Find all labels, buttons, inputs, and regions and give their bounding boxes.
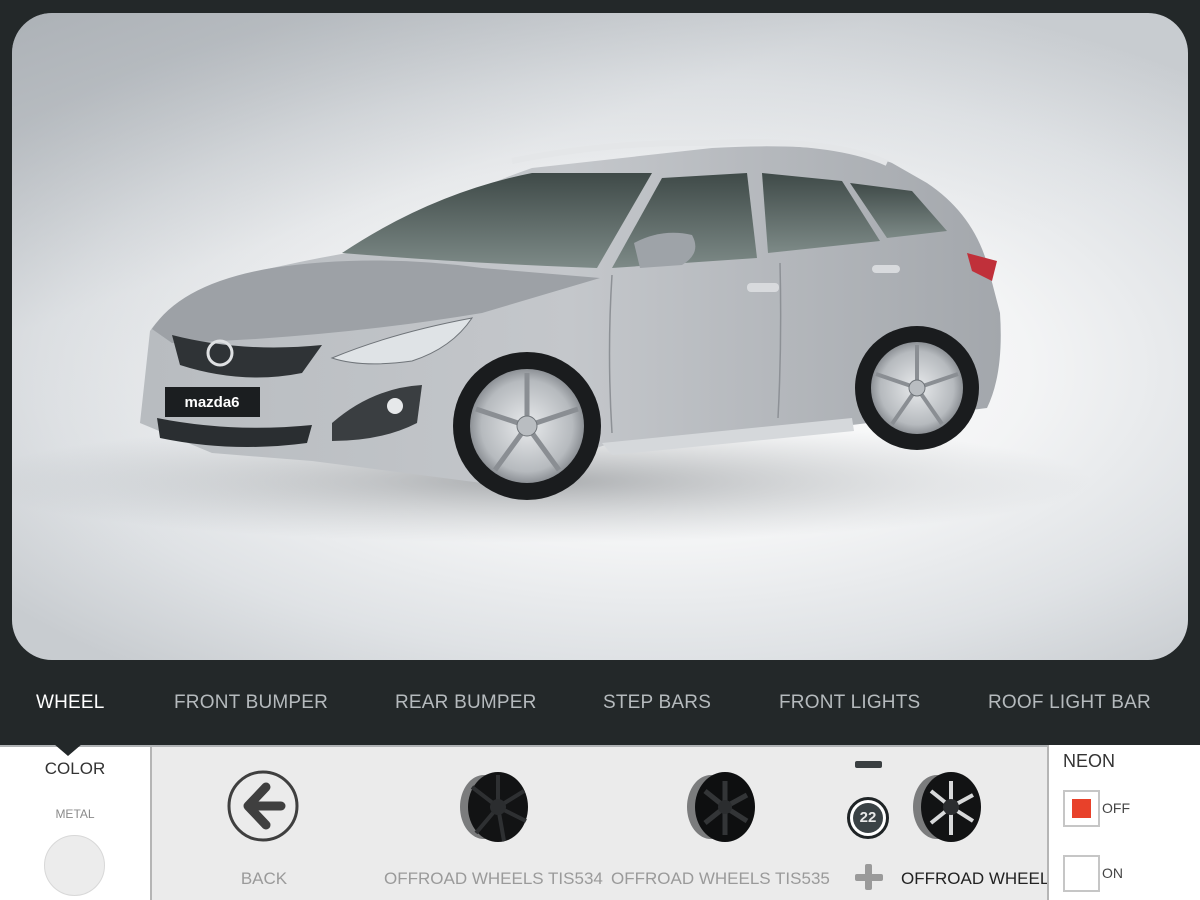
neon-on-label: ON <box>1102 865 1123 881</box>
selected-indicator <box>1072 799 1091 818</box>
neon-title: NEON <box>1063 751 1116 771</box>
tab-wheel[interactable]: WHEEL <box>36 692 105 714</box>
plate-text: mazda6 <box>184 394 239 411</box>
color-subtitle: METAL <box>55 807 95 821</box>
tab-front-bumper[interactable]: FRONT BUMPER <box>174 692 328 714</box>
tab-roof-light-bar[interactable]: ROOF LIGHT BAR <box>988 692 1151 714</box>
wheel-option-tis534[interactable]: OFFROAD WHEELS TIS534 <box>384 747 603 900</box>
neon-on-checkbox[interactable] <box>1063 855 1100 892</box>
wheel-icon <box>687 772 755 842</box>
tab-rear-bumper[interactable]: REAR BUMPER <box>395 692 537 714</box>
back-button[interactable]: BACK <box>184 747 344 900</box>
active-tab-pointer <box>54 744 82 756</box>
wheel-icon <box>913 772 981 842</box>
wheel-option-label: OFFROAD WHEELS TIS534 <box>384 869 603 888</box>
tab-step-bars[interactable]: STEP BARS <box>603 692 711 714</box>
back-label: BACK <box>240 869 288 888</box>
tab-front-lights[interactable]: FRONT LIGHTS <box>779 692 920 714</box>
wheel-size-value: 22 <box>853 803 883 833</box>
car-preview[interactable]: mazda6 <box>12 13 1188 660</box>
color-section: COLOR METAL <box>0 747 152 900</box>
neon-option-on[interactable]: ON <box>1063 855 1183 893</box>
options-panel: COLOR METAL BACK OFFROAD WHEELS TIS534 O… <box>0 745 1200 900</box>
neon-section: NEON OFF ON <box>1047 745 1200 900</box>
category-tabbar: WHEEL FRONT BUMPER REAR BUMPER STEP BARS… <box>0 660 1200 745</box>
neon-off-label: OFF <box>1102 800 1130 816</box>
size-decrement-button[interactable] <box>855 761 882 768</box>
car-illustration: mazda6 <box>12 139 1092 543</box>
neon-option-off[interactable]: OFF <box>1063 790 1183 828</box>
wheel-option-label: OFFROAD WHEELS TIS544 <box>901 869 1047 888</box>
color-swatch-metal[interactable] <box>44 835 105 896</box>
neon-off-checkbox[interactable] <box>1063 790 1100 827</box>
size-increment-button[interactable] <box>855 864 883 890</box>
wheel-option-selected[interactable]: OFFROAD WHEELS TIS544 <box>900 747 1047 900</box>
wheel-icon <box>460 772 528 842</box>
configurator-app: mazda6 WHEEL FRONT BUMPER REAR BUMPER ST… <box>0 0 1200 900</box>
wheel-option-tis535[interactable]: OFFROAD WHEELS TIS535 <box>611 747 830 900</box>
back-arrow-icon <box>227 770 299 842</box>
wheel-option-label: OFFROAD WHEELS TIS535 <box>611 869 830 888</box>
wheel-size-badge: 22 <box>847 797 889 839</box>
color-title: COLOR <box>44 759 106 778</box>
